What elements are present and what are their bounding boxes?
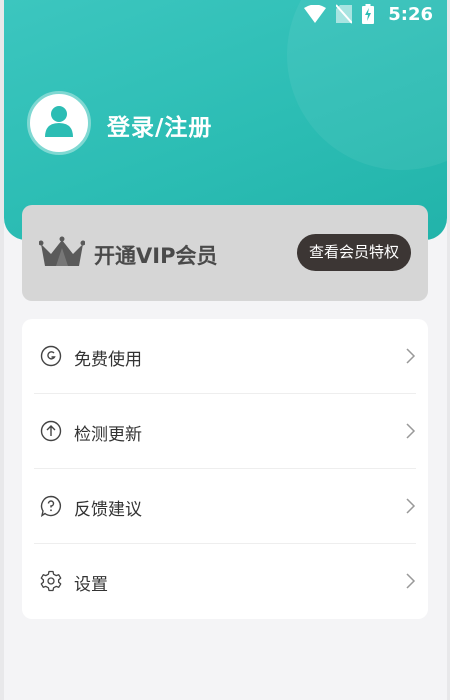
upload-arrow-icon (40, 420, 62, 442)
crown-icon (38, 236, 86, 272)
status-bar: 5:26 (304, 3, 433, 25)
help-bubble-icon (40, 495, 62, 518)
login-register-link[interactable]: 登录/注册 (107, 108, 212, 142)
vip-title: 开通VIP会员 (94, 244, 218, 268)
user-icon (44, 105, 74, 141)
view-vip-privileges-button[interactable]: 查看会员特权 (296, 234, 411, 271)
chevron-right-icon (406, 423, 416, 443)
no-sim-icon (336, 4, 353, 24)
status-time: 5:26 (388, 3, 433, 25)
profile-header: 5:26 登录/注册 (4, 0, 447, 240)
menu-item-label: 设置 (74, 575, 108, 595)
menu-item-label: 检测更新 (74, 425, 142, 445)
avatar[interactable] (27, 91, 91, 155)
chevron-right-icon (406, 573, 416, 593)
chevron-right-icon (406, 348, 416, 368)
left-frame (0, 0, 4, 700)
menu-card: 免费使用 检测更新 反馈建议 设置 (22, 319, 428, 619)
menu-item-feedback[interactable]: 反馈建议 (22, 469, 428, 544)
wifi-icon (304, 5, 327, 23)
menu-item-label: 免费使用 (74, 350, 142, 370)
menu-item-label: 反馈建议 (74, 500, 142, 520)
chevron-right-icon (406, 498, 416, 518)
battery-charging-icon (362, 4, 375, 24)
vip-card[interactable]: 开通VIP会员 查看会员特权 (22, 205, 428, 301)
menu-item-free-use[interactable]: 免费使用 (22, 319, 428, 394)
menu-item-settings[interactable]: 设置 (22, 544, 428, 619)
g-circle-icon (40, 345, 62, 367)
header-decoration (287, 0, 447, 170)
settings-gear-icon (40, 570, 62, 592)
menu-item-check-update[interactable]: 检测更新 (22, 394, 428, 469)
